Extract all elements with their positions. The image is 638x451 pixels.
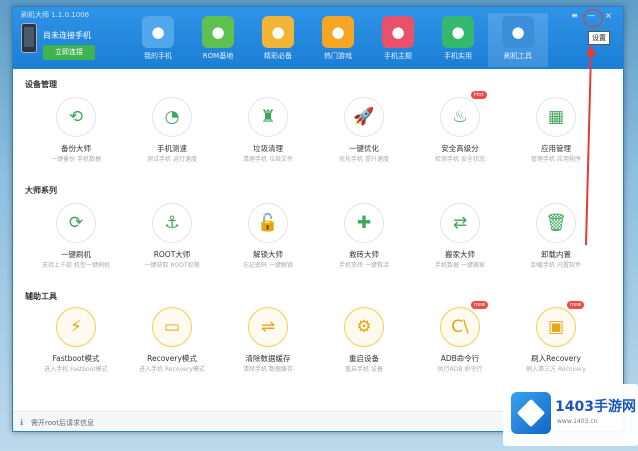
cube-logo-icon	[511, 392, 551, 434]
watermark-url: www.1403.cn	[557, 418, 598, 425]
watermark-text: 1403手游网	[555, 399, 636, 415]
watermark-logo: 1403手游网 www.1403.cn	[503, 384, 638, 446]
